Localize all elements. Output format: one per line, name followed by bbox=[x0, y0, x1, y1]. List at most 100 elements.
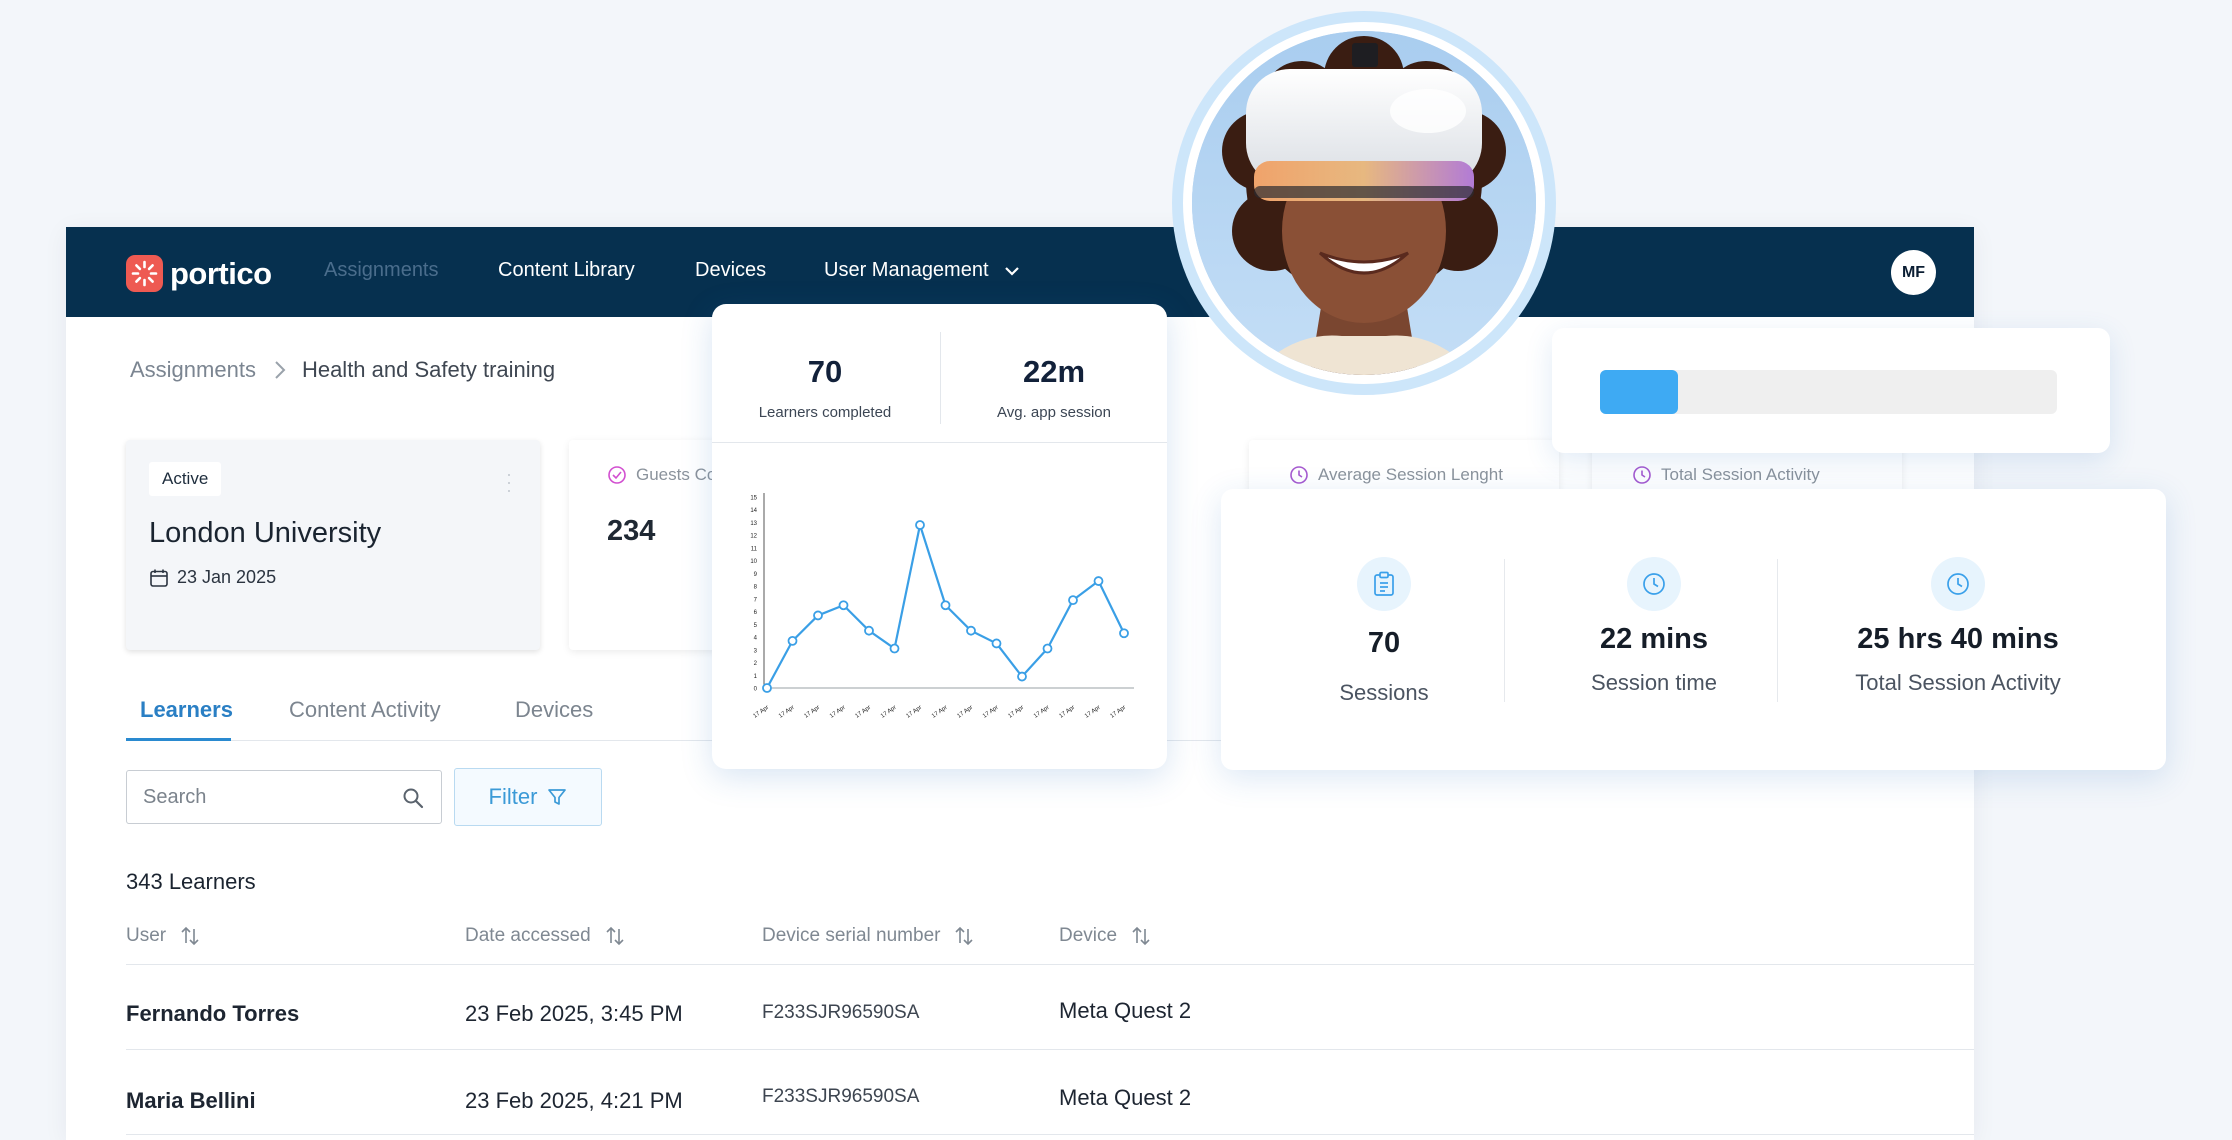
learner-count: 343 Learners bbox=[126, 869, 256, 894]
brand-logo[interactable]: portico bbox=[126, 255, 272, 292]
sort-icon[interactable] bbox=[604, 926, 626, 946]
breadcrumb-current: Health and Safety training bbox=[301, 357, 556, 382]
nav-content-library[interactable]: Content Library bbox=[498, 259, 635, 282]
vr-headset-person-illustration bbox=[1192, 31, 1536, 375]
assignment-summary-card[interactable]: Active · · · London University 23 Jan 2025 bbox=[126, 440, 540, 650]
search-icon[interactable] bbox=[402, 787, 424, 809]
y-tick-label: 4 bbox=[754, 636, 758, 642]
y-tick-label: 2 bbox=[754, 661, 758, 667]
cell-date: 23 Feb 2025, 4:21 PM bbox=[465, 1088, 683, 1113]
x-tick-label: 17 Apr bbox=[1084, 705, 1102, 720]
user-avatar[interactable]: MF bbox=[1891, 250, 1936, 295]
column-header-user[interactable]: User bbox=[126, 925, 201, 947]
data-point bbox=[1119, 628, 1129, 639]
clipboard-icon bbox=[1357, 557, 1411, 611]
filter-icon bbox=[548, 789, 567, 805]
kebab-menu-icon[interactable]: · · · bbox=[506, 465, 512, 499]
clock-icon bbox=[1627, 557, 1681, 611]
y-tick-label: 15 bbox=[750, 496, 757, 502]
x-tick-label: 17 Apr bbox=[1109, 705, 1127, 720]
y-tick-label: 14 bbox=[750, 508, 757, 514]
column-header-date[interactable]: Date accessed bbox=[465, 925, 626, 947]
clock-icon bbox=[1633, 466, 1651, 484]
sort-icon[interactable] bbox=[179, 926, 201, 946]
cell-serial: F233SJR96590SA bbox=[762, 1086, 920, 1107]
column-header-device[interactable]: Device bbox=[1059, 925, 1152, 947]
x-tick-label: 17 Apr bbox=[752, 705, 770, 720]
y-tick-label: 10 bbox=[750, 559, 757, 565]
session-time-label: Session time bbox=[1591, 670, 1717, 695]
x-tick-label: 17 Apr bbox=[803, 705, 821, 720]
tab-learners[interactable]: Learners bbox=[140, 697, 233, 723]
total-session-activity-stat: 25 hrs 40 mins Total Session Activity bbox=[1833, 557, 2083, 696]
sort-icon[interactable] bbox=[953, 926, 975, 946]
brand-name: portico bbox=[170, 255, 272, 291]
x-tick-label: 17 Apr bbox=[1033, 705, 1051, 720]
data-point bbox=[813, 610, 823, 621]
column-header-label: Date accessed bbox=[465, 925, 591, 946]
avg-app-session-value: 22m bbox=[1022, 354, 1086, 389]
search-input[interactable] bbox=[143, 783, 383, 811]
learners-completed-stat: 70 Learners completed bbox=[712, 354, 938, 421]
avg-app-session-stat: 22m Avg. app session bbox=[941, 354, 1167, 421]
cell-user: Fernando Torres bbox=[126, 1001, 300, 1026]
y-tick-label: 8 bbox=[754, 585, 758, 591]
nav-user-management[interactable]: User Management bbox=[824, 259, 1020, 282]
cell-date: 23 Feb 2025, 3:45 PM bbox=[465, 1001, 683, 1026]
organization-title: London University bbox=[149, 517, 382, 549]
column-header-label: Device bbox=[1059, 925, 1118, 946]
column-header-label: User bbox=[126, 925, 167, 946]
y-tick-label: 9 bbox=[754, 572, 758, 578]
clock-icon bbox=[1931, 557, 1985, 611]
breadcrumb-root[interactable]: Assignments bbox=[130, 357, 256, 383]
check-circle-icon bbox=[608, 466, 626, 484]
tab-content-activity[interactable]: Content Activity bbox=[289, 697, 441, 723]
table-row[interactable]: Fernando Torres 23 Feb 2025, 3:45 PM F23… bbox=[126, 965, 1974, 1050]
sessions-stat: 70 Sessions bbox=[1329, 557, 1439, 706]
data-point bbox=[966, 625, 976, 636]
y-tick-label: 6 bbox=[754, 610, 758, 616]
x-tick-label: 17 Apr bbox=[1058, 705, 1076, 720]
data-point bbox=[889, 643, 900, 654]
nav-devices[interactable]: Devices bbox=[695, 259, 766, 282]
search-field[interactable] bbox=[126, 770, 442, 824]
y-tick-label: 1 bbox=[754, 674, 758, 680]
data-point bbox=[1068, 595, 1078, 606]
x-tick-label: 17 Apr bbox=[880, 705, 898, 720]
status-badge: Active bbox=[149, 462, 222, 496]
card-divider bbox=[712, 442, 1167, 443]
active-tab-indicator bbox=[126, 738, 231, 741]
breadcrumb: Assignments Health and Safety training bbox=[130, 357, 555, 383]
sessions-value: 70 bbox=[1367, 627, 1401, 659]
avg-session-stat-label-text: Average Session Lenght bbox=[1318, 465, 1503, 484]
assignment-date: 23 Jan 2025 bbox=[149, 567, 276, 588]
calendar-icon bbox=[150, 569, 168, 587]
x-tick-label: 17 Apr bbox=[982, 705, 1000, 720]
data-point bbox=[991, 638, 1002, 649]
tab-devices[interactable]: Devices bbox=[515, 697, 593, 723]
y-tick-label: 7 bbox=[754, 597, 758, 603]
learners-chart-card: 70 Learners completed 22m Avg. app sessi… bbox=[712, 304, 1167, 769]
data-point bbox=[940, 600, 951, 611]
column-header-serial[interactable]: Device serial number bbox=[762, 925, 975, 947]
data-point bbox=[915, 520, 925, 530]
cell-user: Maria Bellini bbox=[126, 1088, 256, 1113]
y-tick-label: 5 bbox=[754, 623, 758, 629]
x-tick-label: 17 Apr bbox=[1007, 705, 1025, 720]
data-point bbox=[1042, 643, 1053, 654]
nav-assignments[interactable]: Assignments bbox=[324, 259, 439, 282]
progress-fill bbox=[1600, 370, 1678, 414]
y-tick-label: 0 bbox=[754, 687, 758, 693]
table-row[interactable]: Maria Bellini 23 Feb 2025, 4:21 PM F233S… bbox=[126, 1050, 1974, 1135]
filter-button[interactable]: Filter bbox=[454, 768, 602, 826]
session-time-value: 22 mins bbox=[1600, 623, 1708, 655]
y-tick-label: 3 bbox=[754, 648, 758, 654]
stat-divider bbox=[1777, 559, 1778, 702]
sort-icon[interactable] bbox=[1130, 926, 1152, 946]
data-point bbox=[1093, 576, 1104, 586]
x-tick-label: 17 Apr bbox=[905, 705, 923, 720]
progress-card bbox=[1552, 328, 2110, 453]
learners-completed-value: 70 bbox=[807, 354, 843, 389]
assignment-date-text: 23 Jan 2025 bbox=[177, 567, 277, 587]
avg-session-stat-label: Average Session Lenght bbox=[1289, 465, 1503, 485]
